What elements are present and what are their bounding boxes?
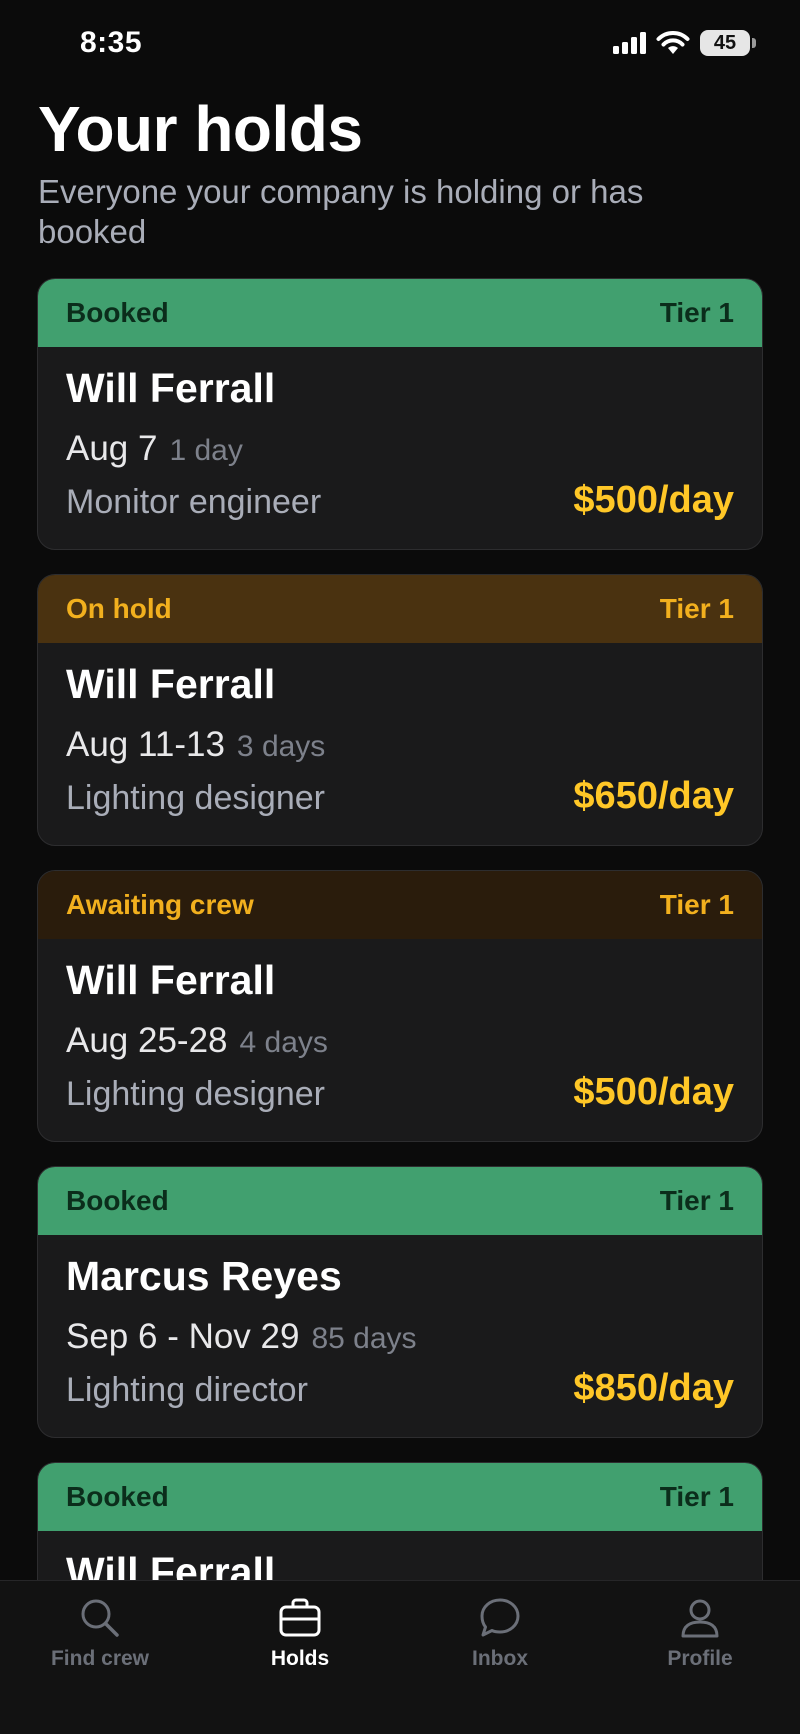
day-rate: $850/day — [573, 1367, 734, 1409]
duration: 4 days — [239, 1026, 328, 1059]
tab-bar: Find crew Holds Inbox Profile — [0, 1580, 800, 1734]
hold-card[interactable]: On hold Tier 1 Will Ferrall Aug 11-13 3 d… — [37, 574, 763, 846]
page-subtitle: Everyone your company is holding or has … — [38, 173, 644, 250]
hold-card[interactable]: Booked Tier 1 Marcus Reyes Sep 6 - Nov 2… — [37, 1166, 763, 1438]
status-icons: 45 — [613, 30, 756, 56]
duration: 85 days — [311, 1322, 417, 1355]
person-icon — [681, 1599, 719, 1638]
tier-label: Tier 1 — [659, 297, 734, 328]
crew-name: Will Ferrall — [66, 957, 276, 1003]
search-icon — [81, 1599, 119, 1637]
date-range: Aug 7 — [66, 429, 158, 468]
tab-profile[interactable]: Profile — [600, 1595, 800, 1671]
status-label: Booked — [66, 1185, 169, 1216]
hold-card[interactable]: Awaiting crew Tier 1 Will Ferrall Aug 25… — [37, 870, 763, 1142]
crew-role: Lighting designer — [66, 1075, 325, 1113]
tier-label: Tier 1 — [659, 593, 734, 624]
hold-dates: Aug 25-28 4 days — [66, 1021, 328, 1061]
card-status-header: On hold Tier 1 — [38, 575, 762, 643]
hold-dates: Aug 11-13 3 days — [66, 725, 325, 765]
crew-role: Monitor engineer — [66, 483, 322, 521]
chat-bubble-icon — [480, 1598, 520, 1637]
day-rate: $650/day — [573, 775, 734, 817]
tab-label: Find crew — [50, 1647, 150, 1670]
battery-icon: 45 — [700, 30, 756, 56]
status-label: Booked — [66, 297, 169, 328]
tier-label: Tier 1 — [659, 1481, 734, 1512]
card-status-header: Awaiting crew Tier 1 — [38, 871, 762, 939]
tier-label: Tier 1 — [659, 889, 734, 920]
cellular-signal-icon — [613, 32, 646, 54]
tab-label: Holds — [270, 1647, 330, 1670]
hold-card[interactable]: Booked Tier 1 Will Ferrall Aug 7 1 day Mo… — [37, 278, 763, 550]
day-rate: $500/day — [573, 479, 734, 521]
tab-label: Profile — [667, 1647, 733, 1670]
page-title: Your holds — [38, 93, 363, 165]
briefcase-icon — [279, 1598, 321, 1637]
card-status-header: Booked Tier 1 — [38, 279, 762, 347]
day-rate: $500/day — [573, 1071, 734, 1113]
tab-inbox[interactable]: Inbox — [400, 1595, 600, 1671]
crew-role: Lighting director — [66, 1371, 308, 1409]
duration: 1 day — [169, 434, 243, 467]
duration: 3 days — [236, 730, 326, 763]
status-bar: 8:35 45 — [0, 0, 800, 90]
hold-dates: Aug 7 1 day — [66, 429, 243, 469]
status-label: On hold — [66, 593, 172, 624]
crew-name: Will Ferrall — [66, 365, 276, 411]
crew-role: Lighting designer — [66, 779, 325, 817]
battery-level: 45 — [713, 31, 737, 54]
tab-holds[interactable]: Holds — [200, 1595, 400, 1671]
crew-name: Marcus Reyes — [66, 1253, 342, 1299]
card-status-header: Booked Tier 1 — [38, 1463, 762, 1531]
status-time: 8:35 — [80, 26, 143, 59]
wifi-icon — [656, 31, 690, 54]
tab-find-crew[interactable]: Find crew — [0, 1595, 200, 1671]
date-range: Aug 11-13 — [66, 725, 225, 764]
holds-screen: 8:35 45 Your holds Everyone your company… — [0, 0, 800, 1734]
crew-name: Will Ferrall — [66, 661, 276, 707]
status-label: Booked — [66, 1481, 169, 1512]
tab-label: Inbox — [472, 1647, 528, 1670]
tier-label: Tier 1 — [659, 1185, 734, 1216]
date-range: Aug 25-28 — [66, 1021, 228, 1060]
date-range: Sep 6 - Nov 29 — [66, 1317, 300, 1356]
status-label: Awaiting crew — [66, 889, 254, 920]
card-status-header: Booked Tier 1 — [38, 1167, 762, 1235]
hold-dates: Sep 6 - Nov 29 85 days — [66, 1317, 417, 1357]
